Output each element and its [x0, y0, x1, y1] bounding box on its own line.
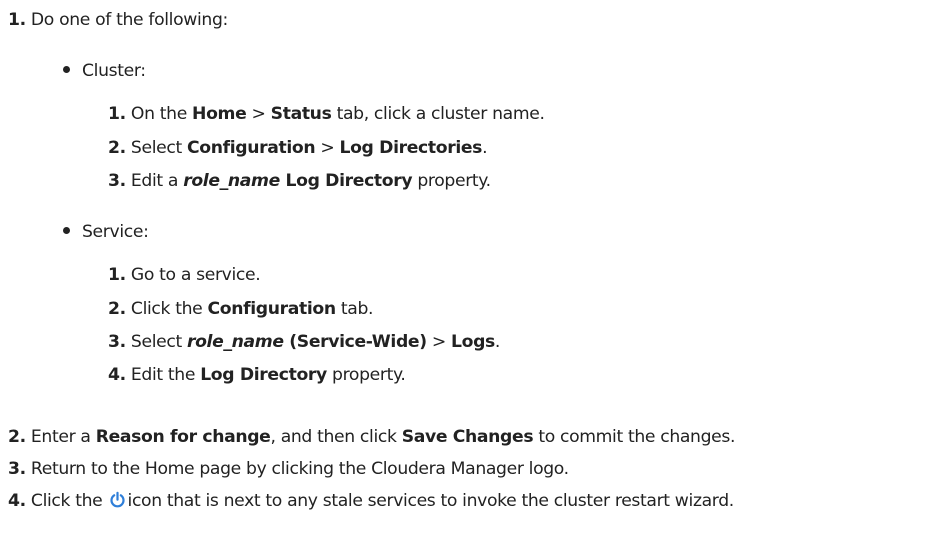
- step-text: icon that is next to any stale services …: [127, 491, 735, 511]
- step-2: 2. Enter a Reason for change, and then c…: [8, 426, 735, 448]
- placeholder-role-name: role_name: [183, 171, 280, 191]
- step-3: 3. Return to the Home page by clicking t…: [8, 458, 569, 480]
- separator: >: [426, 332, 452, 352]
- ui-term-logs: Logs: [451, 332, 495, 352]
- substep-text: On the: [130, 104, 193, 124]
- service-substep-4: 4. Edit the Log Directory property.: [108, 364, 406, 386]
- substep-text: tab, click a cluster name.: [331, 104, 545, 124]
- substep-number: 1.: [108, 265, 126, 285]
- ui-term-configuration: Configuration: [186, 138, 316, 158]
- step-text: Do one of the following:: [30, 10, 228, 30]
- ui-term-log-directory: Log Directory: [279, 171, 413, 191]
- step-4: 4. Click the icon that is next to any st…: [8, 490, 734, 512]
- ui-term-save-changes: Save Changes: [401, 427, 534, 447]
- substep-text: property.: [412, 171, 491, 191]
- separator: >: [315, 138, 340, 158]
- substep-text: tab.: [335, 299, 374, 319]
- cluster-substep-2: 2. Select Configuration > Log Directorie…: [108, 137, 488, 159]
- substep-number: 2.: [108, 299, 126, 319]
- step-1: 1. Do one of the following:: [8, 9, 228, 31]
- service-substep-3: 3. Select role_name (Service-Wide) > Log…: [108, 331, 500, 353]
- bullet-icon: [63, 227, 70, 234]
- step-text: Enter a: [30, 427, 96, 447]
- ui-term-reason-for-change: Reason for change: [95, 427, 271, 447]
- step-text: , and then click: [270, 427, 402, 447]
- ui-term-service-wide: (Service-Wide): [283, 332, 427, 352]
- bullet-label: Cluster:: [82, 61, 146, 81]
- substep-text: Click the: [130, 299, 208, 319]
- substep-text: Select: [130, 332, 187, 352]
- step-text: Click the: [30, 491, 108, 511]
- step-number: 1.: [8, 10, 26, 30]
- ui-term-home: Home: [192, 104, 247, 124]
- cluster-substep-3: 3. Edit a role_name Log Directory proper…: [108, 170, 491, 192]
- ui-term-log-directories: Log Directories: [339, 138, 483, 158]
- substep-number: 3.: [108, 171, 126, 191]
- step-text: to commit the changes.: [533, 427, 736, 447]
- substep-number: 1.: [108, 104, 126, 124]
- step-number: 3.: [8, 459, 26, 479]
- bullet-service: Service:: [63, 221, 149, 243]
- step-number: 2.: [8, 427, 26, 447]
- service-substep-1: 1. Go to a service.: [108, 264, 261, 286]
- substep-text: property.: [326, 365, 406, 385]
- substep-text: .: [494, 332, 501, 352]
- power-icon: [109, 491, 126, 508]
- substep-text: Edit the: [130, 365, 201, 385]
- substep-text: .: [482, 138, 488, 158]
- substep-number: 3.: [108, 332, 126, 352]
- ui-term-status: Status: [270, 104, 332, 124]
- placeholder-role-name: role_name: [186, 332, 284, 352]
- substep-text: Go to a service.: [130, 265, 261, 285]
- separator: >: [246, 104, 271, 124]
- cluster-substep-1: 1. On the Home > Status tab, click a clu…: [108, 103, 545, 125]
- substep-text: Select: [130, 138, 187, 158]
- substep-number: 4.: [108, 365, 126, 385]
- service-substep-2: 2. Click the Configuration tab.: [108, 298, 373, 320]
- step-number: 4.: [8, 491, 26, 511]
- bullet-icon: [63, 66, 70, 73]
- bullet-cluster: Cluster:: [63, 60, 146, 82]
- bullet-label: Service:: [82, 222, 149, 242]
- substep-text: Edit a: [130, 171, 184, 191]
- ui-term-log-directory: Log Directory: [200, 365, 327, 385]
- substep-number: 2.: [108, 138, 126, 158]
- step-text: Return to the Home page by clicking the …: [30, 459, 569, 479]
- ui-term-configuration: Configuration: [207, 299, 337, 319]
